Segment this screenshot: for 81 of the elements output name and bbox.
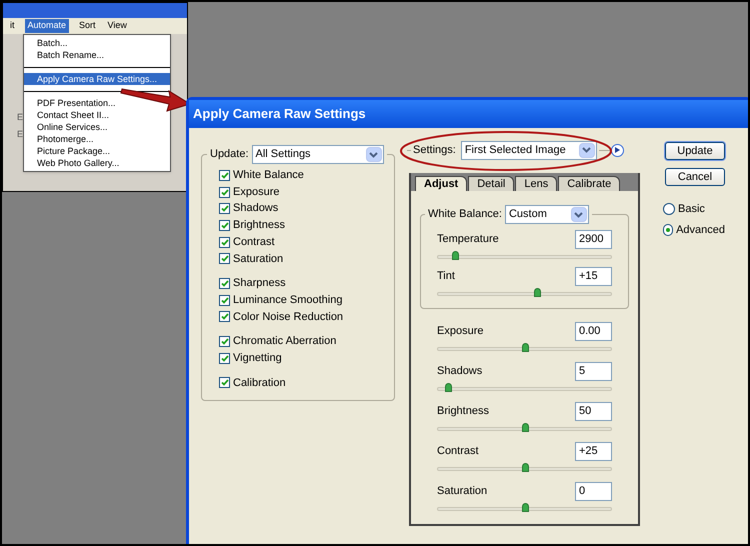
radio-button[interactable]	[663, 224, 674, 236]
checkbox[interactable]	[219, 352, 230, 364]
slider-thumb[interactable]	[452, 251, 460, 260]
checkbox-label: Contrast	[233, 234, 275, 250]
settings-label: Settings:	[412, 142, 457, 158]
checkbox[interactable]	[219, 311, 230, 322]
checkbox[interactable]	[219, 236, 230, 248]
value-field[interactable]: 0	[575, 482, 612, 501]
checkbox-label: Sharpness	[233, 276, 286, 292]
menu-bar-item[interactable]: View	[106, 19, 129, 33]
tab[interactable]: Adjust	[415, 176, 468, 191]
checkbox-label: Exposure	[233, 184, 280, 200]
menu-item[interactable]: PDF Presentation...	[37, 97, 116, 109]
menu-item[interactable]: Contact Sheet II...	[37, 109, 110, 121]
value-field[interactable]: 2900	[575, 230, 612, 249]
menu-item[interactable]: Online Services...	[37, 121, 108, 133]
slider-thumb[interactable]	[522, 503, 528, 512]
checkbox-label: Color Noise Reduction	[233, 310, 344, 325]
background-text: E	[17, 111, 24, 124]
background-text: E	[17, 128, 24, 140]
slider-thumb[interactable]	[522, 423, 528, 432]
value-field[interactable]: 0.00	[575, 322, 612, 341]
dropdown-arrow-icon[interactable]	[578, 142, 595, 158]
tab[interactable]: Lens	[515, 176, 558, 191]
tab[interactable]: Calibrate	[558, 176, 620, 191]
checkbox-label: Calibration	[233, 376, 286, 391]
menu-bar-item[interactable]: Sort	[77, 19, 98, 33]
checkbox[interactable]	[219, 186, 230, 198]
menu-item[interactable]: Batch...	[37, 37, 68, 49]
checkbox[interactable]	[219, 294, 230, 306]
slider-label: Exposure	[437, 324, 484, 340]
slider-label: Contrast	[437, 444, 479, 460]
radio-label: Advanced	[676, 222, 725, 238]
dropdown-arrow-icon[interactable]	[366, 147, 382, 162]
menu-item[interactable]: Photomerge...	[37, 133, 94, 145]
menu-bar-item[interactable]: Automate	[24, 19, 70, 33]
checkbox[interactable]	[219, 170, 230, 181]
checkbox-label: Brightness	[233, 218, 285, 234]
menu-item[interactable]: Batch Rename...	[37, 49, 104, 61]
update-label: Update:	[210, 147, 249, 162]
value-field[interactable]: +25	[575, 442, 612, 461]
slider-label: Brightness	[437, 404, 489, 420]
play-menu-icon[interactable]	[610, 144, 624, 156]
radio-button[interactable]	[663, 203, 675, 216]
dropdown[interactable]: Custom	[504, 205, 589, 224]
menu-bar-item[interactable]: it	[8, 19, 16, 33]
slider-thumb[interactable]	[534, 288, 541, 297]
dropdown[interactable]: All Settings	[252, 145, 384, 164]
checkbox[interactable]	[219, 253, 230, 264]
checkbox[interactable]	[219, 278, 230, 289]
value-field[interactable]: +15	[575, 267, 612, 286]
radio-label: Basic	[678, 202, 705, 217]
menu-item[interactable]: Apply Camera Raw Settings...	[24, 73, 170, 85]
checkbox[interactable]	[219, 220, 230, 231]
window-title: Apply Camera Raw Settings	[193, 105, 366, 124]
slider-thumb[interactable]	[522, 343, 528, 352]
checkbox-label: Saturation	[233, 252, 284, 267]
slider-thumb[interactable]	[445, 383, 452, 392]
dialog-button[interactable]: Update	[665, 142, 725, 160]
value-field[interactable]: 50	[575, 402, 612, 421]
menu-item[interactable]: Web Photo Gallery...	[37, 157, 120, 169]
slider-label: Temperature	[437, 232, 499, 248]
slider-label: Tint	[437, 269, 455, 284]
checkbox[interactable]	[219, 336, 230, 348]
slider-thumb[interactable]	[522, 463, 528, 472]
checkbox-label: Shadows	[233, 201, 278, 216]
dropdown[interactable]: First Selected Image	[460, 140, 597, 160]
checkbox-label: Luminance Smoothing	[233, 292, 342, 308]
menu-item[interactable]: Picture Package...	[37, 145, 110, 157]
value-field[interactable]: 5	[575, 362, 612, 381]
checkbox-label: White Balance	[233, 168, 304, 184]
slider-label: Shadows	[437, 364, 482, 380]
tab[interactable]: Detail	[468, 176, 514, 191]
dialog-button[interactable]: Cancel	[665, 168, 725, 186]
slider-label: Saturation	[437, 484, 488, 500]
checkbox-label: Chromatic Aberration	[233, 334, 336, 350]
balance-mode-label: White Balance:	[428, 207, 502, 222]
checkbox-label: Vignetting	[233, 350, 282, 366]
checkbox[interactable]	[219, 203, 230, 214]
dropdown-arrow-icon[interactable]	[570, 207, 587, 222]
checkbox[interactable]	[219, 377, 230, 388]
